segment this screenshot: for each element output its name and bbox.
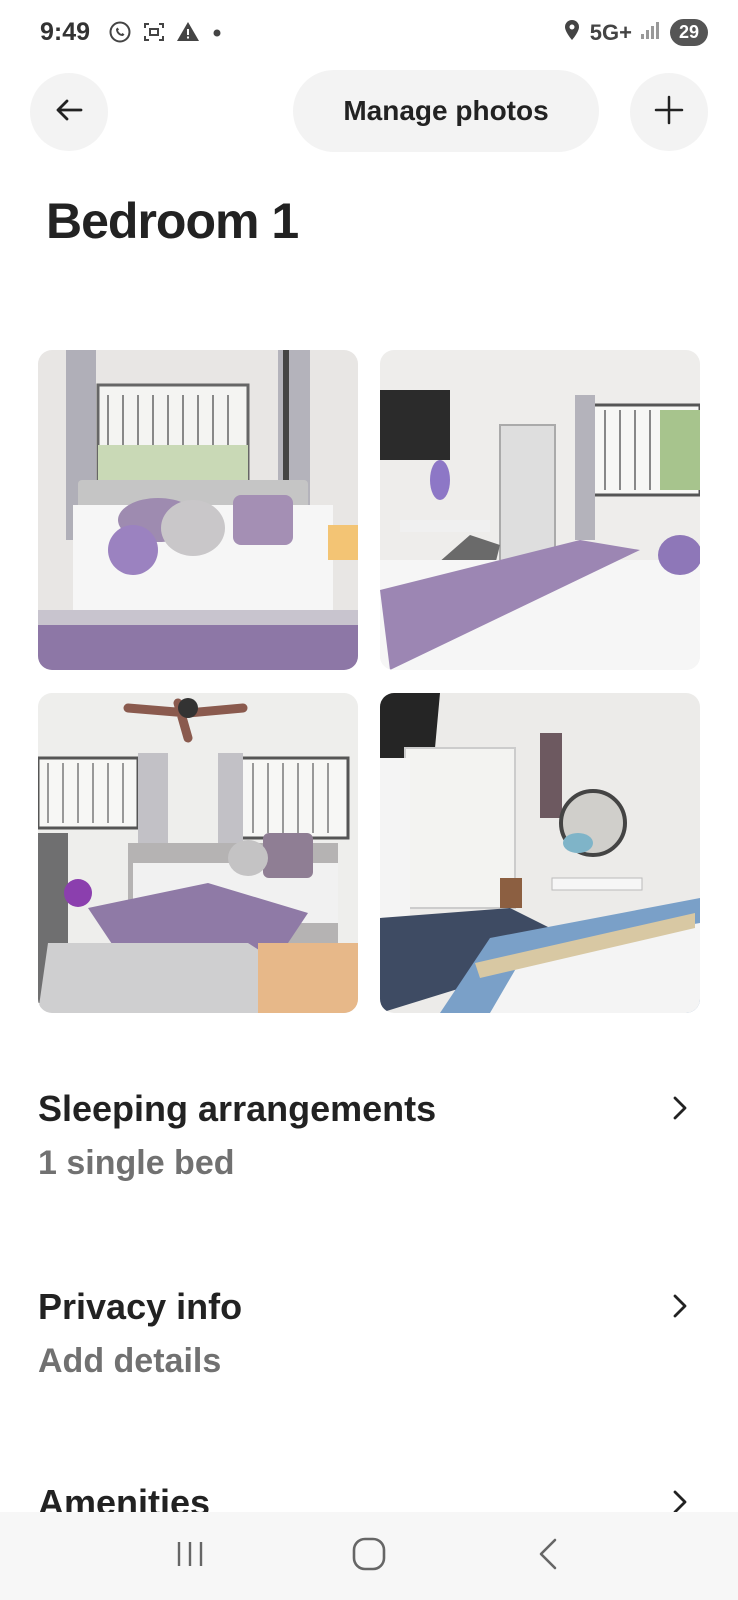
network-label: 5G+: [589, 19, 632, 45]
manage-photos-button[interactable]: Manage photos: [293, 70, 599, 152]
system-back-button[interactable]: [508, 1526, 588, 1586]
status-time: 9:49: [40, 18, 91, 46]
recent-apps-icon: [173, 1537, 207, 1576]
section-title: Sleeping arrangements: [38, 1088, 437, 1129]
bedroom-photo-3[interactable]: [38, 693, 358, 1013]
bedroom-photo-4[interactable]: [380, 693, 700, 1013]
warning-icon: [176, 20, 200, 49]
section-title: Amenities: [38, 1482, 211, 1512]
system-navigation-bar: [0, 1512, 738, 1600]
battery-indicator: 29: [669, 19, 708, 46]
amenities-row[interactable]: Amenities: [38, 1482, 700, 1512]
recent-apps-button[interactable]: [150, 1526, 230, 1586]
location-icon: [562, 18, 582, 47]
privacy-info-row[interactable]: Privacy info Add details: [38, 1286, 700, 1416]
bedroom-photo-2[interactable]: [380, 350, 700, 670]
back-button[interactable]: [30, 73, 108, 151]
bedroom-photo-1[interactable]: [38, 350, 358, 670]
home-button[interactable]: [329, 1526, 409, 1586]
chevron-right-icon: [670, 1094, 690, 1127]
chevron-right-icon: [670, 1292, 690, 1325]
plus-icon: [652, 93, 686, 132]
arrow-left-icon: [52, 93, 86, 132]
section-subtitle: 1 single bed: [38, 1144, 235, 1182]
screenshot-icon: [142, 20, 166, 49]
chevron-right-icon: [670, 1488, 690, 1512]
status-bar: 9:49 5G+ 29: [0, 0, 738, 70]
section-title: Privacy info: [38, 1286, 243, 1327]
home-icon: [351, 1536, 387, 1577]
add-photo-button[interactable]: [630, 73, 708, 151]
signal-icon: [640, 20, 662, 45]
dot-icon: [210, 20, 224, 49]
back-icon: [533, 1536, 563, 1577]
whatsapp-icon: [108, 20, 132, 49]
section-subtitle: Add details: [38, 1342, 222, 1380]
page-title: Bedroom 1: [46, 193, 299, 249]
sleeping-arrangements-row[interactable]: Sleeping arrangements 1 single bed: [38, 1088, 700, 1218]
